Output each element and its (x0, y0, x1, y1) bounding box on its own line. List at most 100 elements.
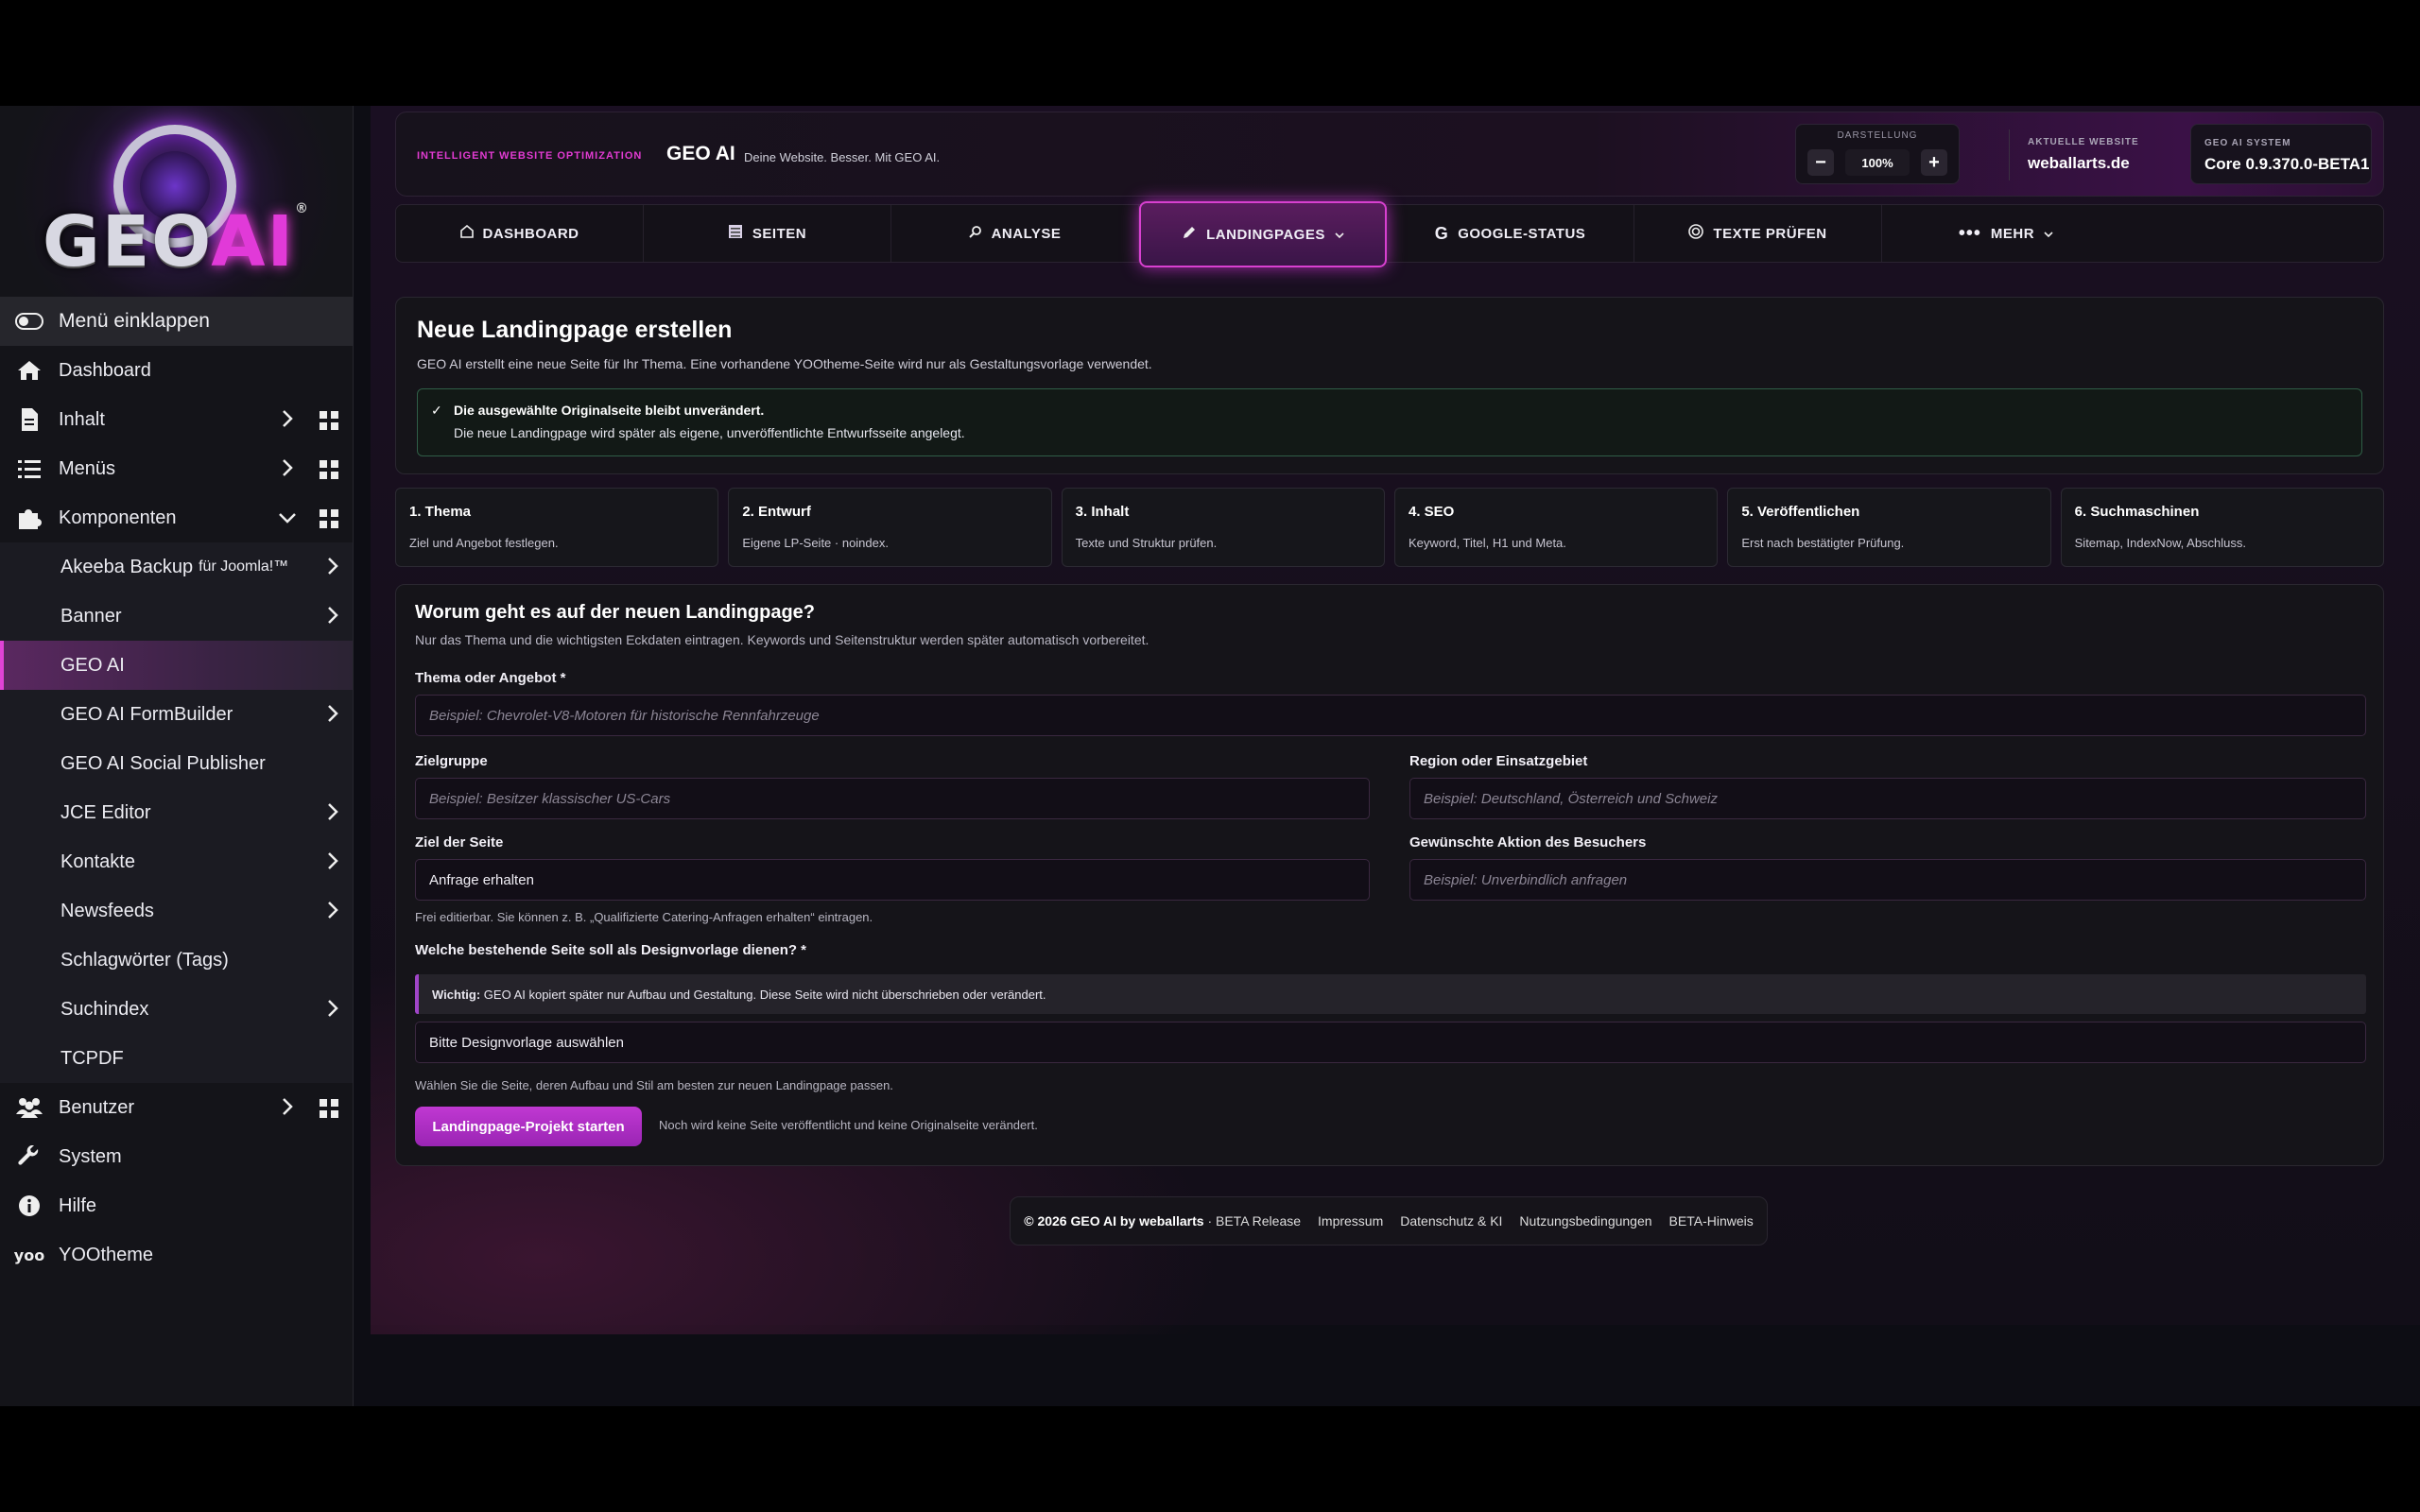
region-input[interactable]: Beispiel: Deutschland, Österreich und Sc… (1409, 778, 2366, 819)
step-desc: Keyword, Titel, H1 und Meta. (1408, 536, 1566, 550)
sidebar-item-label: Dashboard (59, 359, 151, 381)
step-title: 2. Entwurf (742, 504, 811, 520)
tab-seiten[interactable]: SEITEN (644, 205, 891, 262)
notice-text: Die neue Landingpage wird später als eig… (454, 425, 965, 440)
chevron-right-icon[interactable] (281, 408, 294, 435)
app-header: INTELLIGENT WEBSITE OPTIMIZATION GEO AI … (395, 112, 2384, 197)
step-title: 5. Veröffentlichen (1741, 504, 1860, 520)
tab-texte-pruefen[interactable]: TEXTE PRÜFEN (1634, 205, 1882, 262)
chevron-right-icon[interactable] (326, 556, 339, 582)
chevron-right-icon[interactable] (326, 900, 339, 926)
topic-input[interactable]: Beispiel: Chevrolet-V8-Motoren für histo… (415, 695, 2366, 736)
form-title: Worum geht es auf der neuen Landingpage? (415, 602, 815, 623)
tab-analyse[interactable]: ANALYSE (891, 205, 1139, 262)
sidebar-item-geo-ai[interactable]: GEO AI (0, 641, 353, 690)
logo-geo: GEO (42, 201, 212, 283)
sidebar-item-newsfeeds[interactable]: Newsfeeds (0, 886, 353, 936)
sidebar-item-label: Kontakte (60, 850, 135, 872)
sidebar-item-suchindex[interactable]: Suchindex (0, 985, 353, 1034)
sidebar-item-tags[interactable]: Schlagwörter (Tags) (0, 936, 353, 985)
cta-note: Noch wird keine Seite veröffentlicht und… (659, 1118, 1038, 1132)
zoom-in-button[interactable]: + (1921, 149, 1947, 176)
chevron-right-icon[interactable] (281, 1096, 294, 1123)
dashboard-grid-icon[interactable] (319, 508, 339, 535)
sidebar-item-banner[interactable]: Banner (0, 592, 353, 641)
zoom-out-button[interactable]: − (1807, 149, 1834, 176)
sidebar-item-benutzer[interactable]: Benutzer (0, 1083, 353, 1132)
action-input[interactable]: Beispiel: Unverbindlich anfragen (1409, 859, 2366, 901)
dashboard-grid-icon[interactable] (319, 1098, 339, 1125)
dashboard-grid-icon[interactable] (319, 410, 339, 437)
current-site-value: weballarts.de (2028, 154, 2130, 172)
sidebar-item-geo-ai-formbuilder[interactable]: GEO AI FormBuilder (0, 690, 353, 739)
step-card: 1. Thema Ziel und Angebot festlegen. (395, 488, 719, 567)
sidebar-item-tcpdf[interactable]: TCPDF (0, 1034, 353, 1083)
tab-label: SEITEN (752, 225, 807, 242)
start-project-button[interactable]: Landingpage-Projekt starten (415, 1107, 642, 1146)
sidebar-item-label: TCPDF (60, 1047, 124, 1069)
step-title: 6. Suchmaschinen (2074, 504, 2200, 520)
sidebar-item-dashboard[interactable]: Dashboard (0, 346, 353, 395)
sidebar: GEOAI® Menü einklappen Dashboard Inhalt … (0, 106, 354, 1406)
action-label: Gewünschte Aktion des Besuchers (1409, 834, 1647, 850)
footer-link-beta-hinweis[interactable]: BETA-Hinweis (1669, 1213, 1754, 1228)
dashboard-grid-icon[interactable] (319, 459, 339, 486)
pencil-icon (1182, 225, 1197, 244)
info-icon (15, 1192, 43, 1220)
chevron-right-icon[interactable] (326, 850, 339, 877)
chevron-right-icon[interactable] (326, 998, 339, 1024)
template-select[interactable]: Bitte Designvorlage auswählen (415, 1022, 2366, 1063)
sidebar-item-menues[interactable]: Menüs (0, 444, 353, 493)
page-title: Neue Landingpage erstellen (417, 317, 733, 343)
chevron-down-icon (2044, 226, 2053, 242)
sidebar-item-akeeba[interactable]: Akeeba Backup für Joomla!™ (0, 542, 353, 592)
audience-input[interactable]: Beispiel: Besitzer klassischer US-Cars (415, 778, 1370, 819)
goal-input[interactable]: Anfrage erhalten (415, 859, 1370, 901)
sidebar-item-label: Schlagwörter (Tags) (60, 949, 229, 971)
chevron-right-icon[interactable] (326, 605, 339, 631)
step-desc: Texte und Struktur prüfen. (1075, 536, 1218, 550)
step-card: 4. SEO Keyword, Titel, H1 und Meta. (1393, 488, 1719, 567)
step-title: 4. SEO (1408, 504, 1455, 520)
sidebar-item-kontakte[interactable]: Kontakte (0, 837, 353, 886)
tab-label: LANDINGPAGES (1206, 226, 1325, 243)
chevron-down-icon[interactable] (277, 508, 298, 530)
footer-link-nutzungsbedingungen[interactable]: Nutzungsbedingungen (1519, 1213, 1651, 1228)
sidebar-item-hilfe[interactable]: Hilfe (0, 1181, 353, 1230)
step-card: 5. Veröffentlichen Erst nach bestätigter… (1727, 488, 2051, 567)
footer-link-impressum[interactable]: Impressum (1318, 1213, 1383, 1228)
zoom-control: DARSTELLUNG − 100% + (1795, 124, 1960, 184)
chevron-right-icon[interactable] (326, 703, 339, 730)
footer-release: · BETA Release (1207, 1213, 1302, 1228)
sidebar-item-jce-editor[interactable]: JCE Editor (0, 788, 353, 837)
chevron-right-icon[interactable] (281, 457, 294, 484)
goal-label: Ziel der Seite (415, 834, 504, 850)
chevron-right-icon[interactable] (326, 801, 339, 828)
system-info: GEO AI SYSTEM Core 0.9.370.0-BETA1 (2190, 124, 2372, 184)
tab-mehr[interactable]: ••• MEHR (1882, 205, 2130, 262)
sidebar-item-label: Banner (60, 605, 122, 627)
sidebar-item-label: Benutzer (59, 1096, 135, 1118)
step-title: 3. Inhalt (1075, 504, 1130, 520)
menu-collapse-toggle[interactable]: Menü einklappen (0, 297, 353, 346)
footer-link-datenschutz[interactable]: Datenschutz & KI (1400, 1213, 1502, 1228)
step-desc: Erst nach bestätigter Prüfung. (1741, 536, 1905, 550)
sidebar-item-yootheme[interactable]: yoo YOOtheme (0, 1230, 353, 1280)
sidebar-item-label: GEO AI Social Publisher (60, 752, 266, 774)
sidebar-item-inhalt[interactable]: Inhalt (0, 395, 353, 444)
footer: © 2026 GEO AI by weballarts · BETA Relea… (1010, 1196, 1768, 1246)
sidebar-item-system[interactable]: System (0, 1132, 353, 1181)
sidebar-item-komponenten[interactable]: Komponenten (0, 493, 353, 542)
search-icon (968, 225, 982, 242)
logo-reg: ® (295, 201, 311, 216)
sidebar-item-label: GEO AI (60, 654, 125, 676)
list-icon (15, 455, 43, 483)
step-card: 6. Suchmaschinen Sitemap, IndexNow, Absc… (2060, 488, 2384, 567)
tab-google-status[interactable]: G GOOGLE-STATUS (1387, 205, 1634, 262)
sidebar-item-label: Inhalt (59, 408, 105, 430)
notice-bold: Die ausgewählte Originalseite bleibt unv… (454, 403, 765, 418)
info-notice: ✓ Die ausgewählte Originalseite bleibt u… (417, 388, 2362, 456)
tab-landingpages[interactable]: LANDINGPAGES (1139, 201, 1387, 267)
tab-dashboard[interactable]: DASHBOARD (396, 205, 644, 262)
sidebar-item-geo-ai-social-publisher[interactable]: GEO AI Social Publisher (0, 739, 353, 788)
